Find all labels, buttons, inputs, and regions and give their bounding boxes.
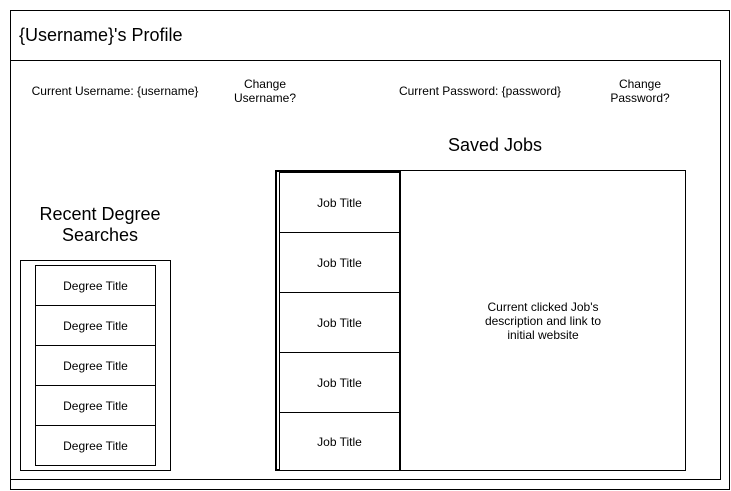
degree-list-item[interactable]: Degree Title (35, 305, 156, 346)
current-username-label: Current Username: {username} (31, 84, 199, 98)
job-list-item[interactable]: Job Title (279, 352, 400, 413)
degree-list-item[interactable]: Degree Title (35, 425, 156, 466)
degree-list-item[interactable]: Degree Title (35, 265, 156, 306)
current-password-label: Current Password: {password} (398, 84, 562, 98)
recent-degree-searches-list: Degree Title Degree Title Degree Title D… (20, 260, 171, 471)
job-list-item[interactable]: Job Title (279, 172, 400, 233)
saved-jobs-heading: Saved Jobs (447, 135, 543, 155)
job-list-item[interactable]: Job Title (279, 412, 400, 471)
job-list-item[interactable]: Job Title (279, 292, 400, 353)
degree-list-item[interactable]: Degree Title (35, 345, 156, 386)
page-title: {Username}'s Profile (19, 25, 183, 45)
change-password-link[interactable]: Change Password? (600, 77, 680, 105)
job-description-text: Current clicked Job's description and li… (484, 299, 602, 342)
degree-list-item[interactable]: Degree Title (35, 385, 156, 426)
job-list-item[interactable]: Job Title (279, 232, 400, 293)
job-description-panel: Current clicked Job's description and li… (401, 171, 685, 470)
saved-jobs-panel: Job Title Job Title Job Title Job Title … (275, 170, 686, 471)
change-username-link[interactable]: Change Username? (225, 77, 305, 105)
recent-degree-searches-heading: Recent Degree Searches (39, 204, 161, 245)
saved-jobs-list: Job Title Job Title Job Title Job Title … (276, 171, 401, 471)
